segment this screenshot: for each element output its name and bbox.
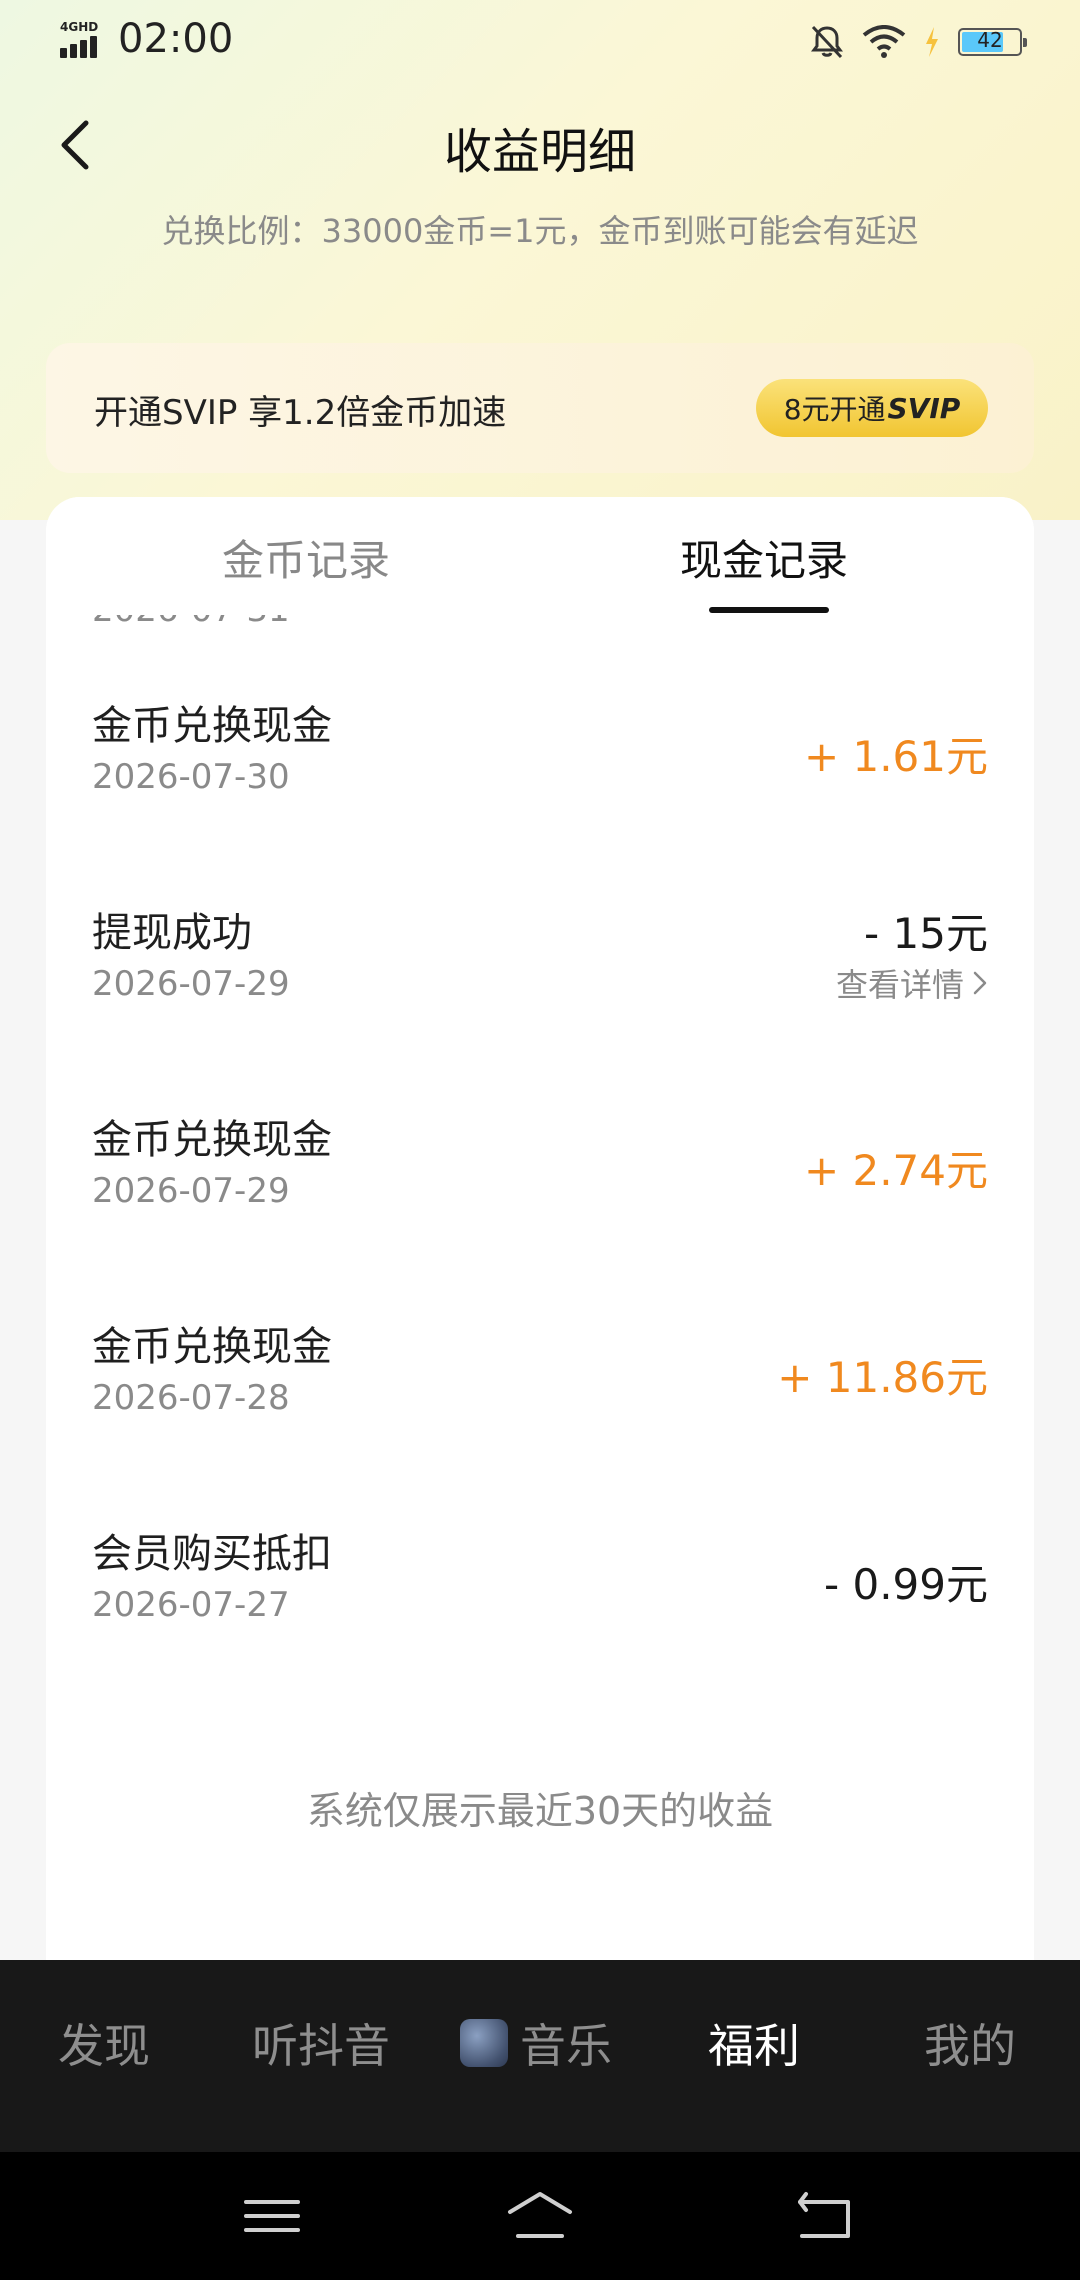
exchange-rate-note: 兑换比例：33000金币=1元，金币到账可能会有延迟 bbox=[161, 212, 919, 250]
svip-brand-label: SVIP bbox=[887, 391, 961, 425]
wifi-icon bbox=[862, 25, 906, 58]
tab-coin-records[interactable]: 金币记录 bbox=[222, 527, 390, 588]
view-details-link[interactable]: 查看详情 bbox=[836, 960, 988, 1006]
battery-level: 42 bbox=[977, 28, 1003, 52]
svip-banner[interactable]: 开通SVIP 享1.2倍金币加速 8元开通 SVIP bbox=[46, 343, 1034, 473]
record-amount: + 1.61元 bbox=[803, 732, 988, 781]
record-date: 2026-07-30 bbox=[92, 757, 290, 797]
active-tab-indicator bbox=[709, 607, 829, 613]
bottom-tab-music[interactable]: 音乐 bbox=[460, 2010, 612, 2076]
list-item: 金币兑换现金 2026-07-29 + 2.74元 bbox=[46, 1107, 1034, 1314]
bottom-tab-me[interactable]: 我的 bbox=[924, 2010, 1016, 2076]
list-item: 会员购买抵扣 2026-07-27 - 0.99元 bbox=[46, 1521, 1034, 1728]
record-title: 会员购买抵扣 bbox=[92, 1531, 332, 1577]
svip-promo-text: 开通SVIP 享1.2倍金币加速 bbox=[94, 393, 507, 433]
music-cover-thumbnail bbox=[460, 2019, 508, 2067]
page-title: 收益明细 bbox=[443, 124, 636, 180]
record-date: 2026-07-27 bbox=[92, 1585, 290, 1625]
bottom-tab-welfare[interactable]: 福利 bbox=[708, 2010, 800, 2076]
record-amount: + 2.74元 bbox=[803, 1146, 988, 1195]
menu-icon[interactable] bbox=[240, 2188, 304, 2244]
cellular-signal-icon: 4GHD bbox=[60, 20, 108, 60]
bottom-tab-bar: 发现 听抖音 音乐 福利 我的 bbox=[0, 1960, 1080, 2152]
bottom-tab-discover[interactable]: 发现 bbox=[58, 2010, 150, 2076]
record-date: 2026-07-29 bbox=[92, 1171, 290, 1211]
list-item: 金币兑换现金 2026-07-28 + 11.86元 bbox=[46, 1314, 1034, 1521]
records-card: 2026-07-31 金币记录 现金记录 金币兑换现金 2026-07-30 +… bbox=[46, 497, 1034, 1967]
network-type-label: 4GHD bbox=[60, 20, 99, 34]
list-item: 金币兑换现金 2026-07-30 + 1.61元 bbox=[46, 693, 1034, 900]
record-amount: + 11.86元 bbox=[777, 1353, 988, 1402]
status-bar: 4GHD 02:00 42 bbox=[0, 0, 1080, 90]
chevron-right-icon bbox=[973, 971, 987, 995]
record-date: 2026-07-29 bbox=[92, 964, 290, 1004]
battery-icon: 42 bbox=[958, 28, 1027, 56]
svip-button-price-label: 8元开通 bbox=[783, 393, 886, 426]
record-title: 金币兑换现金 bbox=[92, 1117, 332, 1163]
back-icon[interactable] bbox=[792, 2188, 856, 2244]
bottom-tab-music-label: 音乐 bbox=[520, 2019, 612, 2073]
charging-icon bbox=[926, 27, 938, 57]
mute-bell-icon bbox=[811, 25, 843, 59]
open-svip-button[interactable]: 8元开通 SVIP bbox=[756, 379, 988, 437]
cash-record-list: 金币兑换现金 2026-07-30 + 1.61元 提现成功 2026-07-2… bbox=[46, 693, 1034, 1728]
bottom-tab-listen-douyin[interactable]: 听抖音 bbox=[252, 2010, 390, 2076]
list-item: 提现成功 2026-07-29 - 15元 查看详情 bbox=[46, 900, 1034, 1107]
status-time: 02:00 bbox=[118, 16, 234, 62]
records-footnote: 系统仅展示最近30天的收益 bbox=[306, 1789, 774, 1833]
record-amount: - 0.99元 bbox=[823, 1560, 988, 1609]
record-title: 提现成功 bbox=[92, 910, 252, 956]
record-title: 金币兑换现金 bbox=[92, 703, 332, 749]
record-title: 金币兑换现金 bbox=[92, 1324, 332, 1370]
system-navigation-bar bbox=[0, 2152, 1080, 2280]
view-details-label: 查看详情 bbox=[835, 966, 964, 1004]
record-amount: - 15元 bbox=[864, 909, 988, 958]
tab-cash-records[interactable]: 现金记录 bbox=[680, 527, 848, 588]
record-date: 2026-07-28 bbox=[92, 1378, 290, 1418]
home-icon[interactable] bbox=[504, 2188, 576, 2244]
